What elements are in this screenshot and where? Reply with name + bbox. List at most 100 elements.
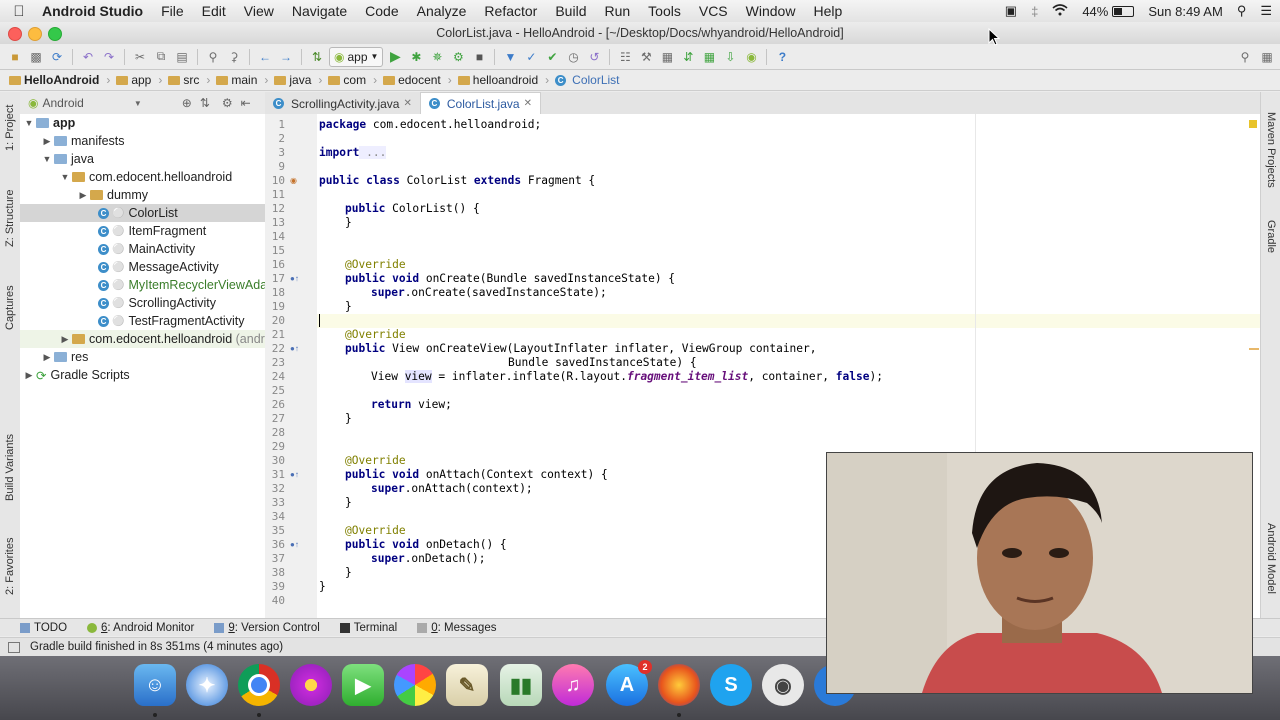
run-config-select[interactable]: ◉ app ▼ [329, 46, 384, 67]
tree-node-gradle-scripts[interactable]: ▶ ⟳ Gradle Scripts [22, 366, 130, 384]
settings-icon[interactable]: ⚒ [637, 48, 655, 66]
numbers-icon[interactable]: ▮▮ [500, 664, 542, 706]
breadcrumb-main[interactable]: main › [213, 73, 271, 87]
facetime-icon[interactable]: ▶ [342, 664, 384, 706]
menu-vcs[interactable]: VCS [690, 3, 737, 19]
close-tab-icon[interactable]: ✕ [403, 98, 411, 109]
tool-windows-icon[interactable] [8, 641, 20, 653]
tree-node-mainactivity[interactable]: C ⚪ MainActivity [98, 240, 195, 258]
override-marker-icon[interactable]: ●↑ [290, 468, 299, 482]
notification-center-icon[interactable]: ☰ [1260, 3, 1272, 19]
expanded-arrow-icon[interactable]: ▼ [58, 172, 72, 182]
collapse-all-icon[interactable]: ⇅ [200, 96, 210, 110]
paste-icon[interactable]: ▤ [173, 48, 191, 66]
menu-analyze[interactable]: Analyze [408, 3, 476, 19]
sync-icon[interactable]: ⟳ [48, 48, 66, 66]
tree-node-test-package[interactable]: ▶ com.edocent.helloandroid (andr [20, 330, 265, 348]
search-everywhere-icon[interactable]: ⚲ [1236, 48, 1254, 66]
expanded-arrow-icon[interactable]: ▼ [40, 154, 54, 164]
collapsed-arrow-icon[interactable]: ▶ [40, 352, 54, 363]
menu-app-name[interactable]: Android Studio [38, 3, 152, 19]
collapsed-arrow-icon[interactable]: ▶ [22, 370, 36, 381]
cut-icon[interactable]: ✂ [131, 48, 149, 66]
run-icon[interactable]: ▶ [386, 48, 404, 66]
error-stripe-marker[interactable] [1249, 348, 1259, 350]
tree-node-testfragmentactivity[interactable]: C ⚪ TestFragmentActivity [98, 312, 244, 330]
expanded-arrow-icon[interactable]: ▼ [22, 118, 36, 128]
attach-debugger-icon[interactable]: ✵ [428, 48, 446, 66]
collapsed-arrow-icon[interactable]: ▶ [40, 136, 54, 147]
layout-icon[interactable]: ▦ [658, 48, 676, 66]
class-hierarchy-icon[interactable]: ◉ [290, 174, 297, 188]
gear-icon[interactable]: ⚙ [222, 96, 233, 110]
hide-pane-icon[interactable]: ⇤ [241, 96, 251, 110]
skype-icon[interactable]: S [710, 664, 752, 706]
zoom-window-button[interactable] [48, 27, 62, 41]
find-icon[interactable]: ⚲ [204, 48, 222, 66]
close-window-button[interactable] [8, 27, 22, 41]
make-project-icon[interactable]: ⇅ [308, 48, 326, 66]
profile-icon[interactable]: ⚙ [449, 48, 467, 66]
app-store-icon[interactable]: A 2 [606, 660, 652, 706]
tree-node-app[interactable]: ▼ app [22, 114, 76, 132]
sync-gradle-icon[interactable]: ✓ [522, 48, 540, 66]
menu-view[interactable]: View [235, 3, 283, 19]
breadcrumb-java[interactable]: java › [271, 73, 325, 87]
coverage-icon[interactable]: ▼ [501, 48, 519, 66]
tree-node-colorlist[interactable]: C ⚪ ColorList [20, 204, 265, 222]
firefox-icon[interactable] [658, 664, 700, 706]
itunes-icon[interactable]: ♫ [552, 664, 594, 706]
chrome-icon[interactable] [238, 664, 280, 706]
chevron-down-icon[interactable]: ▼ [134, 99, 142, 108]
menu-window[interactable]: Window [737, 3, 805, 19]
override-marker-icon[interactable]: ●↑ [290, 342, 299, 356]
battery-icon[interactable] [1112, 5, 1135, 17]
editor-tab-colorlist[interactable]: C ColorList.java ✕ [419, 92, 541, 114]
tool-tab-structure[interactable]: Z: Structure [1, 180, 19, 256]
debug-icon[interactable]: ✱ [407, 48, 425, 66]
menu-edit[interactable]: Edit [193, 3, 235, 19]
collapsed-arrow-icon[interactable]: ▶ [58, 334, 72, 345]
vcs-update-icon[interactable]: ✔ [543, 48, 561, 66]
tool-tab-messages[interactable]: 0: Messages [409, 622, 504, 634]
bluetooth-icon[interactable]: ‡ [1031, 4, 1038, 19]
spotlight-search-icon[interactable]: ⚲ [1237, 3, 1247, 19]
toolbar-overflow-icon[interactable]: ▦ [1258, 48, 1276, 66]
replace-icon[interactable]: ⚳ [225, 48, 243, 66]
tool-tab-favorites[interactable]: 2: Favorites [1, 528, 19, 604]
sequel-pro-icon[interactable]: ◉ [762, 664, 804, 706]
tree-node-myitemrecyclerviewadapter[interactable]: C ⚪ MyItemRecyclerViewAdap [98, 276, 265, 294]
safari-icon[interactable]: ✦ [186, 664, 228, 706]
menu-refactor[interactable]: Refactor [475, 3, 546, 19]
revert-icon[interactable]: ↺ [585, 48, 603, 66]
editor-tab-scrollingactivity[interactable]: C ScrollingActivity.java ✕ [265, 93, 420, 114]
breadcrumb-com[interactable]: com › [325, 73, 380, 87]
help-icon[interactable]: ? [773, 48, 791, 66]
breadcrumb-helloandroid[interactable]: helloandroid › [455, 73, 552, 87]
tool-tab-version-control[interactable]: 9: Version Control [206, 622, 327, 634]
redo-icon[interactable]: ↷ [100, 48, 118, 66]
close-tab-icon[interactable]: ✕ [524, 98, 532, 109]
inspection-status-icon[interactable] [1249, 120, 1257, 128]
save-all-icon[interactable]: ▩ [27, 48, 45, 66]
tool-tab-captures[interactable]: Captures [1, 278, 19, 338]
project-view-selector[interactable]: Android [42, 96, 83, 110]
photos-icon[interactable] [394, 664, 436, 706]
editor-gutter[interactable]: 1 2 3 9 10 ◉ 11 12 13 14 15 16 17 ●↑ 18 … [265, 114, 317, 618]
tool-tab-android-monitor[interactable]: 6: Android Monitor [79, 622, 202, 634]
pages-icon[interactable]: ✎ [446, 664, 488, 706]
tool-tab-todo[interactable]: TODO [12, 622, 75, 634]
tool-tab-project[interactable]: 1: Project [1, 98, 19, 158]
menu-code[interactable]: Code [356, 3, 407, 19]
flower-app-icon[interactable] [290, 664, 332, 706]
menu-build[interactable]: Build [546, 3, 595, 19]
tree-node-scrollingactivity[interactable]: C ⚪ ScrollingActivity [98, 294, 216, 312]
override-marker-icon[interactable]: ●↑ [290, 538, 299, 552]
menu-tools[interactable]: Tools [639, 3, 690, 19]
screen-record-icon[interactable]: ▣ [1005, 3, 1017, 19]
breadcrumb-app[interactable]: app › [113, 73, 165, 87]
tree-node-res[interactable]: ▶ res [40, 348, 89, 366]
tree-node-java[interactable]: ▼ java [40, 150, 94, 168]
copy-icon[interactable]: ⧉ [152, 48, 170, 66]
tool-tab-build-variants[interactable]: Build Variants [1, 424, 19, 510]
